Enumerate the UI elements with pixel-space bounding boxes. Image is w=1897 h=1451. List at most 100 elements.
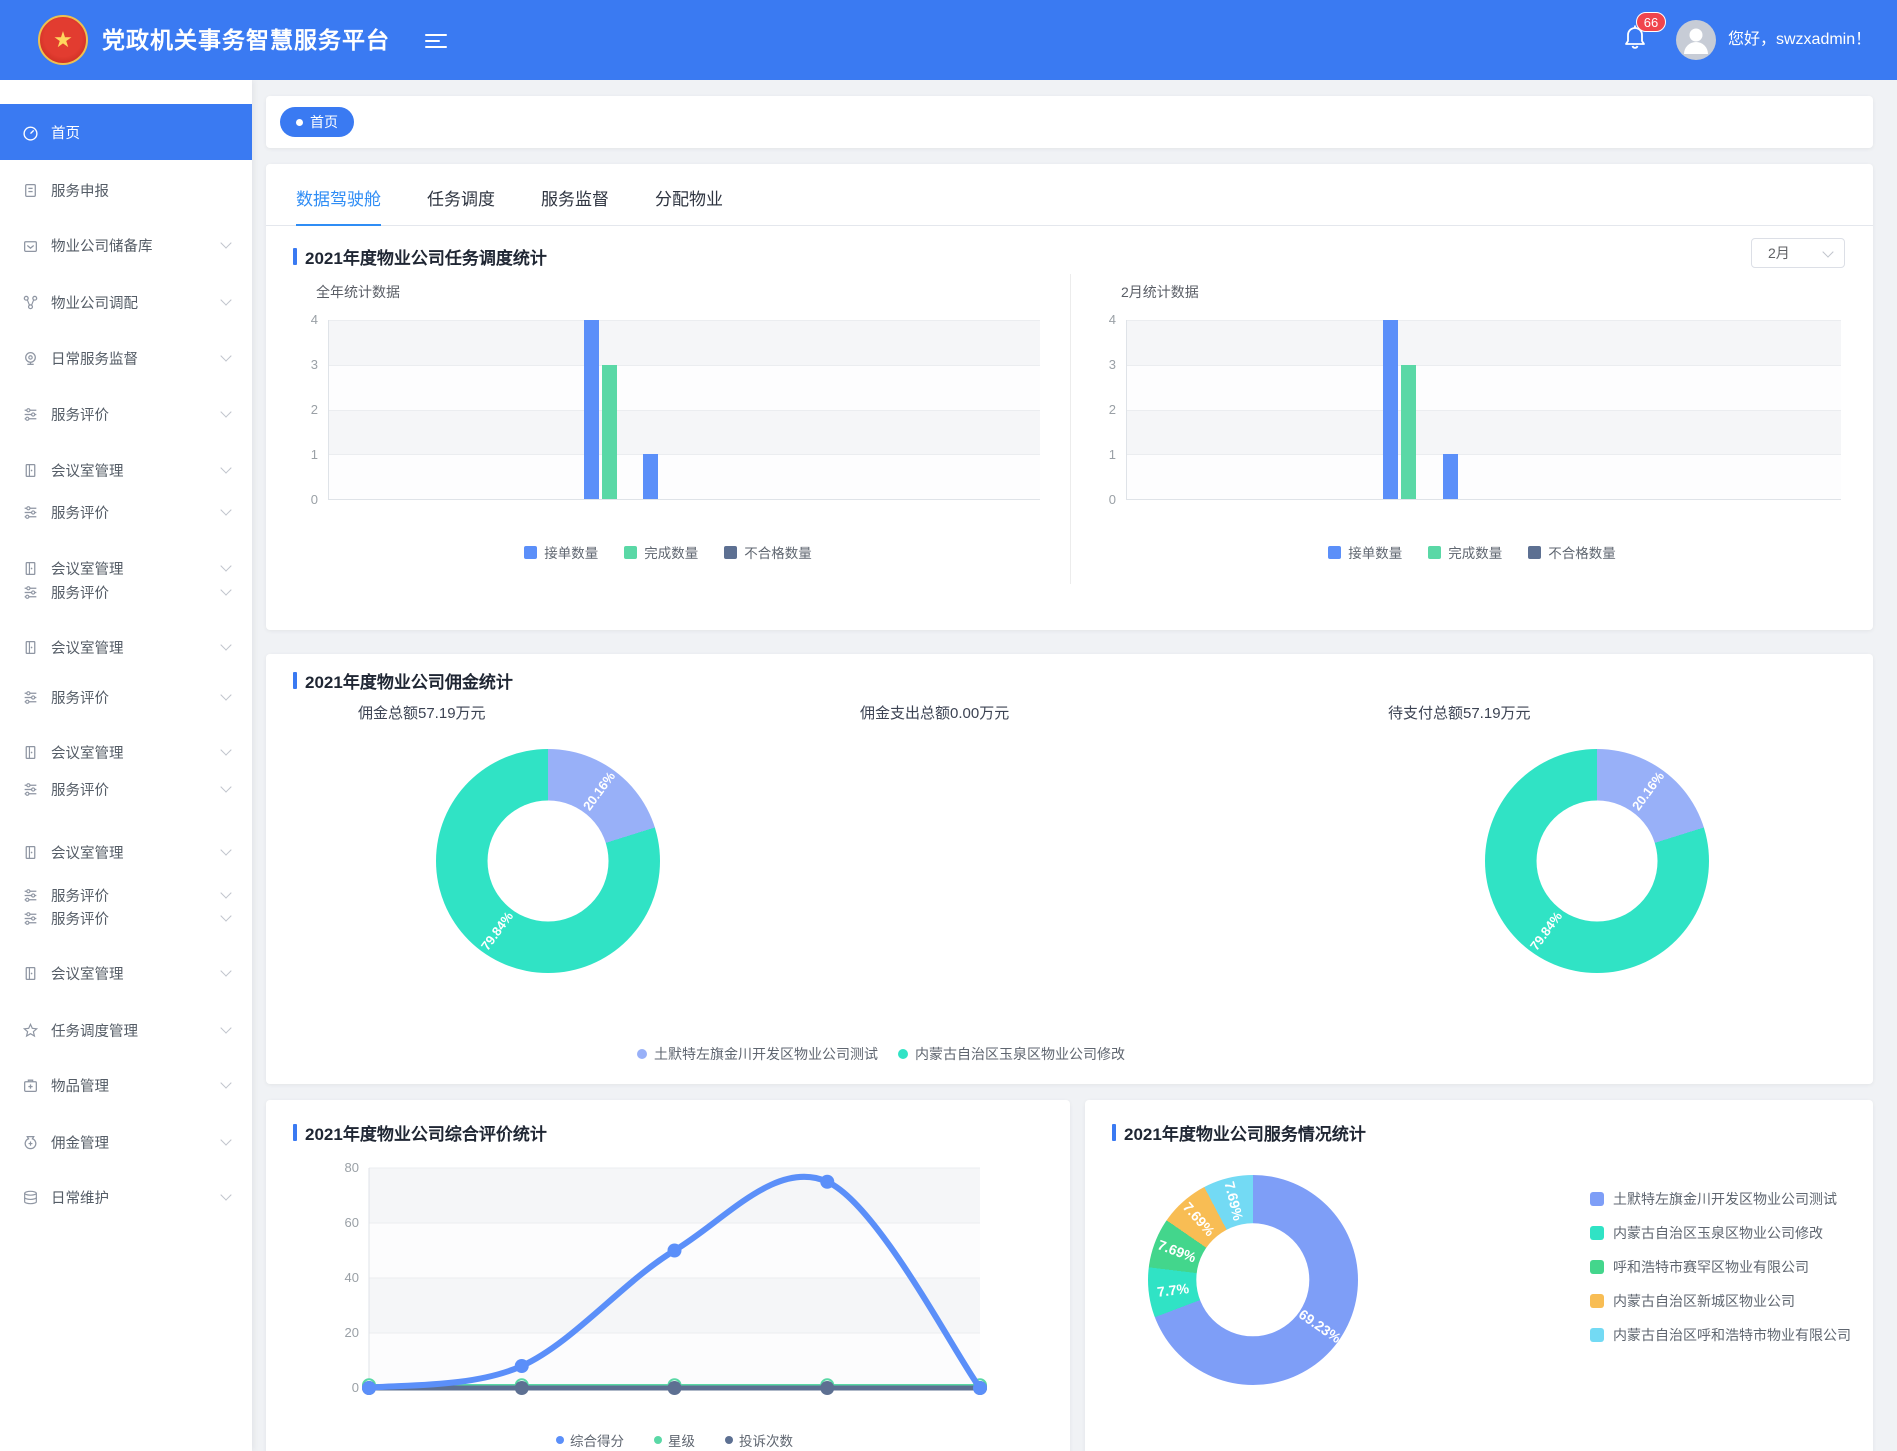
sidebar-item[interactable]: 日常服务监督 <box>0 335 252 381</box>
sidebar-item[interactable]: 服务评价 <box>0 569 252 615</box>
legend-item[interactable]: 完成数量 <box>624 542 698 562</box>
month-select-value: 2月 <box>1768 239 1790 267</box>
notification-bell[interactable]: 66 <box>1622 24 1652 58</box>
sidebar-item[interactable]: 物业公司调配 <box>0 279 252 325</box>
legend-marker-icon <box>556 1436 564 1444</box>
sidebar-item-label: 物业公司调配 <box>51 292 138 313</box>
sidebar-item-label: 服务申报 <box>51 180 109 201</box>
legend-marker-icon <box>637 1049 647 1059</box>
legend-item[interactable]: 呼和浩特市赛罕区物业有限公司 <box>1590 1256 1851 1278</box>
section-title-task: 2021年度物业公司任务调度统计 <box>293 244 547 269</box>
section-title-service: 2021年度物业公司服务情况统计 <box>1112 1120 1366 1145</box>
sliders-icon <box>22 406 39 423</box>
chevron-down-icon <box>220 350 231 361</box>
tab-分配物业[interactable]: 分配物业 <box>655 185 723 212</box>
legend-item[interactable]: 接单数量 <box>1328 542 1402 562</box>
sidebar: 首页 服务申报 物业公司储备库 物业公司调配 日常服务监督 服务评价 <box>0 80 252 1451</box>
legend-item[interactable]: 完成数量 <box>1428 542 1502 562</box>
bar-接单数量 <box>1383 320 1398 499</box>
sidebar-item-label: 服务评价 <box>51 687 109 708</box>
evaluation-statistics-card: 2021年度物业公司综合评价统计 综合得分星级投诉次数 806040200 <box>266 1100 1070 1451</box>
sidebar-item[interactable]: 首页 <box>0 104 252 160</box>
sliders-icon <box>22 781 39 798</box>
sidebar-item[interactable]: 服务评价 <box>0 674 252 720</box>
legend-item[interactable]: 不合格数量 <box>1528 542 1616 562</box>
sidebar-item[interactable]: 任务调度管理 <box>0 1007 252 1053</box>
breadcrumb[interactable]: 首页 <box>280 107 354 137</box>
stack-icon <box>22 1189 39 1206</box>
legend-marker-icon <box>524 546 537 559</box>
legend-marker-icon <box>1590 1260 1604 1274</box>
app-header: ★ 党政机关事务智慧服务平台 66 您好，swzxadmin！ <box>0 0 1897 80</box>
title-accent-bar <box>293 248 297 265</box>
section-title-evaluation: 2021年度物业公司综合评价统计 <box>293 1120 547 1145</box>
sidebar-item-label: 日常服务监督 <box>51 348 138 369</box>
sidebar-item[interactable]: 日常维护 <box>0 1174 252 1220</box>
chevron-down-icon <box>220 1022 231 1033</box>
chevron-down-icon <box>220 1189 231 1200</box>
dashboard-page: ★ 党政机关事务智慧服务平台 66 您好，swzxadmin！ 首页 <box>0 0 1897 1451</box>
sidebar-item[interactable]: 会议室管理 <box>0 829 252 875</box>
emblem-star-icon: ★ <box>53 29 73 51</box>
sidebar-item-label: 物业公司储备库 <box>51 235 153 256</box>
legend-item[interactable]: 内蒙古自治区玉泉区物业公司修改 <box>898 1044 1125 1064</box>
door-icon <box>22 965 39 982</box>
sidebar-item[interactable]: 服务评价 <box>0 489 252 535</box>
breadcrumb-label: 首页 <box>310 112 338 132</box>
chevron-down-icon <box>220 910 231 921</box>
sidebar-item-label: 会议室管理 <box>51 963 124 984</box>
month-select[interactable]: 2月 <box>1751 238 1845 268</box>
legend-marker-icon <box>898 1049 908 1059</box>
person-icon <box>1676 20 1716 60</box>
legend-item[interactable]: 内蒙古自治区呼和浩特市物业有限公司 <box>1590 1324 1851 1346</box>
y-axis-tick: 40 <box>325 1270 359 1285</box>
bar-接单数量 <box>1443 454 1458 499</box>
legend-item[interactable]: 内蒙古自治区玉泉区物业公司修改 <box>1590 1222 1851 1244</box>
sidebar-item[interactable]: 会议室管理 <box>0 447 252 493</box>
sidebar-item[interactable]: 服务申报 <box>0 167 252 213</box>
legend-marker-icon <box>1428 546 1441 559</box>
sidebar-item[interactable]: 服务评价 <box>0 895 252 941</box>
legend-item[interactable]: 投诉次数 <box>725 1430 793 1450</box>
chevron-down-icon <box>220 1134 231 1145</box>
sidebar-item[interactable]: 服务评价 <box>0 766 252 812</box>
sidebar-item[interactable]: 佣金管理 <box>0 1119 252 1165</box>
slice-label: 20.16% <box>580 769 618 813</box>
tab-任务调度[interactable]: 任务调度 <box>427 185 495 212</box>
legend-item[interactable]: 内蒙古自治区新城区物业公司 <box>1590 1290 1851 1312</box>
gauge-icon <box>22 124 39 141</box>
monitor-icon <box>22 350 39 367</box>
sidebar-item[interactable]: 服务评价 <box>0 391 252 437</box>
legend-item[interactable]: 接单数量 <box>524 542 598 562</box>
line-chart-evaluation <box>369 1168 980 1388</box>
legend-item[interactable]: 不合格数量 <box>724 542 812 562</box>
legend-item[interactable]: 土默特左旗金川开发区物业公司测试 <box>637 1044 878 1064</box>
bar-chart-year <box>328 320 1040 500</box>
sidebar-item[interactable]: 物业公司储备库 <box>0 222 252 268</box>
plot-band <box>329 365 1040 410</box>
sidebar-item[interactable]: 物品管理 <box>0 1062 252 1108</box>
sidebar-toggle-icon[interactable] <box>425 30 447 50</box>
legend-item[interactable]: 星级 <box>654 1430 695 1450</box>
plot-band <box>1127 454 1841 499</box>
bar-接单数量 <box>584 320 599 499</box>
sidebar-item[interactable]: 会议室管理 <box>0 624 252 670</box>
tab-服务监督[interactable]: 服务监督 <box>541 185 609 212</box>
commission-statistics-card: 2021年度物业公司佣金统计 佣金总额57.19万元 佣金支出总额0.00万元 … <box>266 654 1873 1084</box>
chevron-down-icon <box>220 504 231 515</box>
sidebar-item[interactable]: 会议室管理 <box>0 950 252 996</box>
share-icon <box>22 294 39 311</box>
y-axis-tick: 60 <box>325 1215 359 1230</box>
sidebar-item-label: 会议室管理 <box>51 637 124 658</box>
legend-item[interactable]: 土默特左旗金川开发区物业公司测试 <box>1590 1188 1851 1210</box>
y-axis-tick: 4 <box>1090 312 1116 327</box>
sidebar-item-label: 首页 <box>51 122 80 143</box>
tab-bar: 数据驾驶舱 任务调度 服务监督 分配物业 <box>266 164 1873 226</box>
tab-数据驾驶舱[interactable]: 数据驾驶舱 <box>296 185 381 212</box>
plot-band <box>1127 410 1841 455</box>
y-axis-tick: 0 <box>292 492 318 507</box>
legend-item[interactable]: 综合得分 <box>556 1430 624 1450</box>
chevron-down-icon <box>220 1077 231 1088</box>
user-avatar[interactable] <box>1676 20 1716 60</box>
plot-band <box>1127 365 1841 410</box>
